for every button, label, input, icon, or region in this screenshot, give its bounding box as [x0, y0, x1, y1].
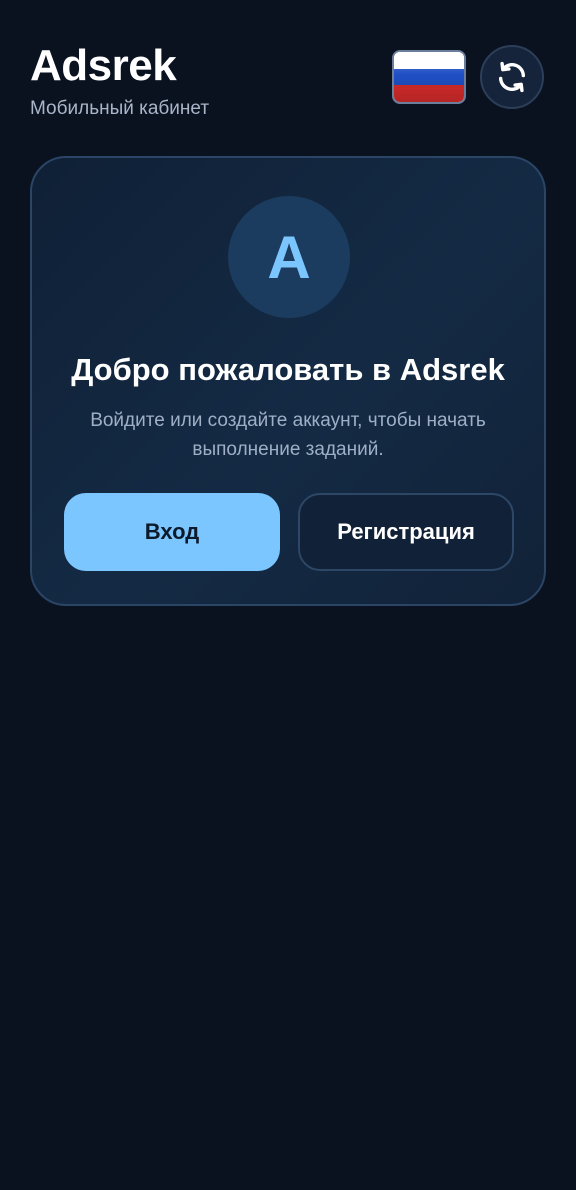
register-button[interactable]: Регистрация — [298, 493, 514, 571]
welcome-title: Добро пожаловать в Adsrek — [71, 352, 505, 387]
avatar: A — [228, 196, 350, 318]
refresh-icon — [498, 61, 526, 93]
welcome-description: Войдите или создайте аккаунт, чтобы нача… — [90, 410, 486, 460]
login-button[interactable]: Вход — [64, 493, 280, 571]
language-button[interactable] — [392, 50, 466, 104]
app-subtitle: Мобильный кабинет — [30, 98, 210, 119]
refresh-button[interactable] — [480, 45, 544, 109]
welcome-card: A Добро пожаловать в Adsrek Войдите или … — [30, 156, 546, 606]
app-title: Adsrek — [30, 41, 177, 90]
header: Adsrek Мобильный кабинет — [30, 40, 546, 130]
